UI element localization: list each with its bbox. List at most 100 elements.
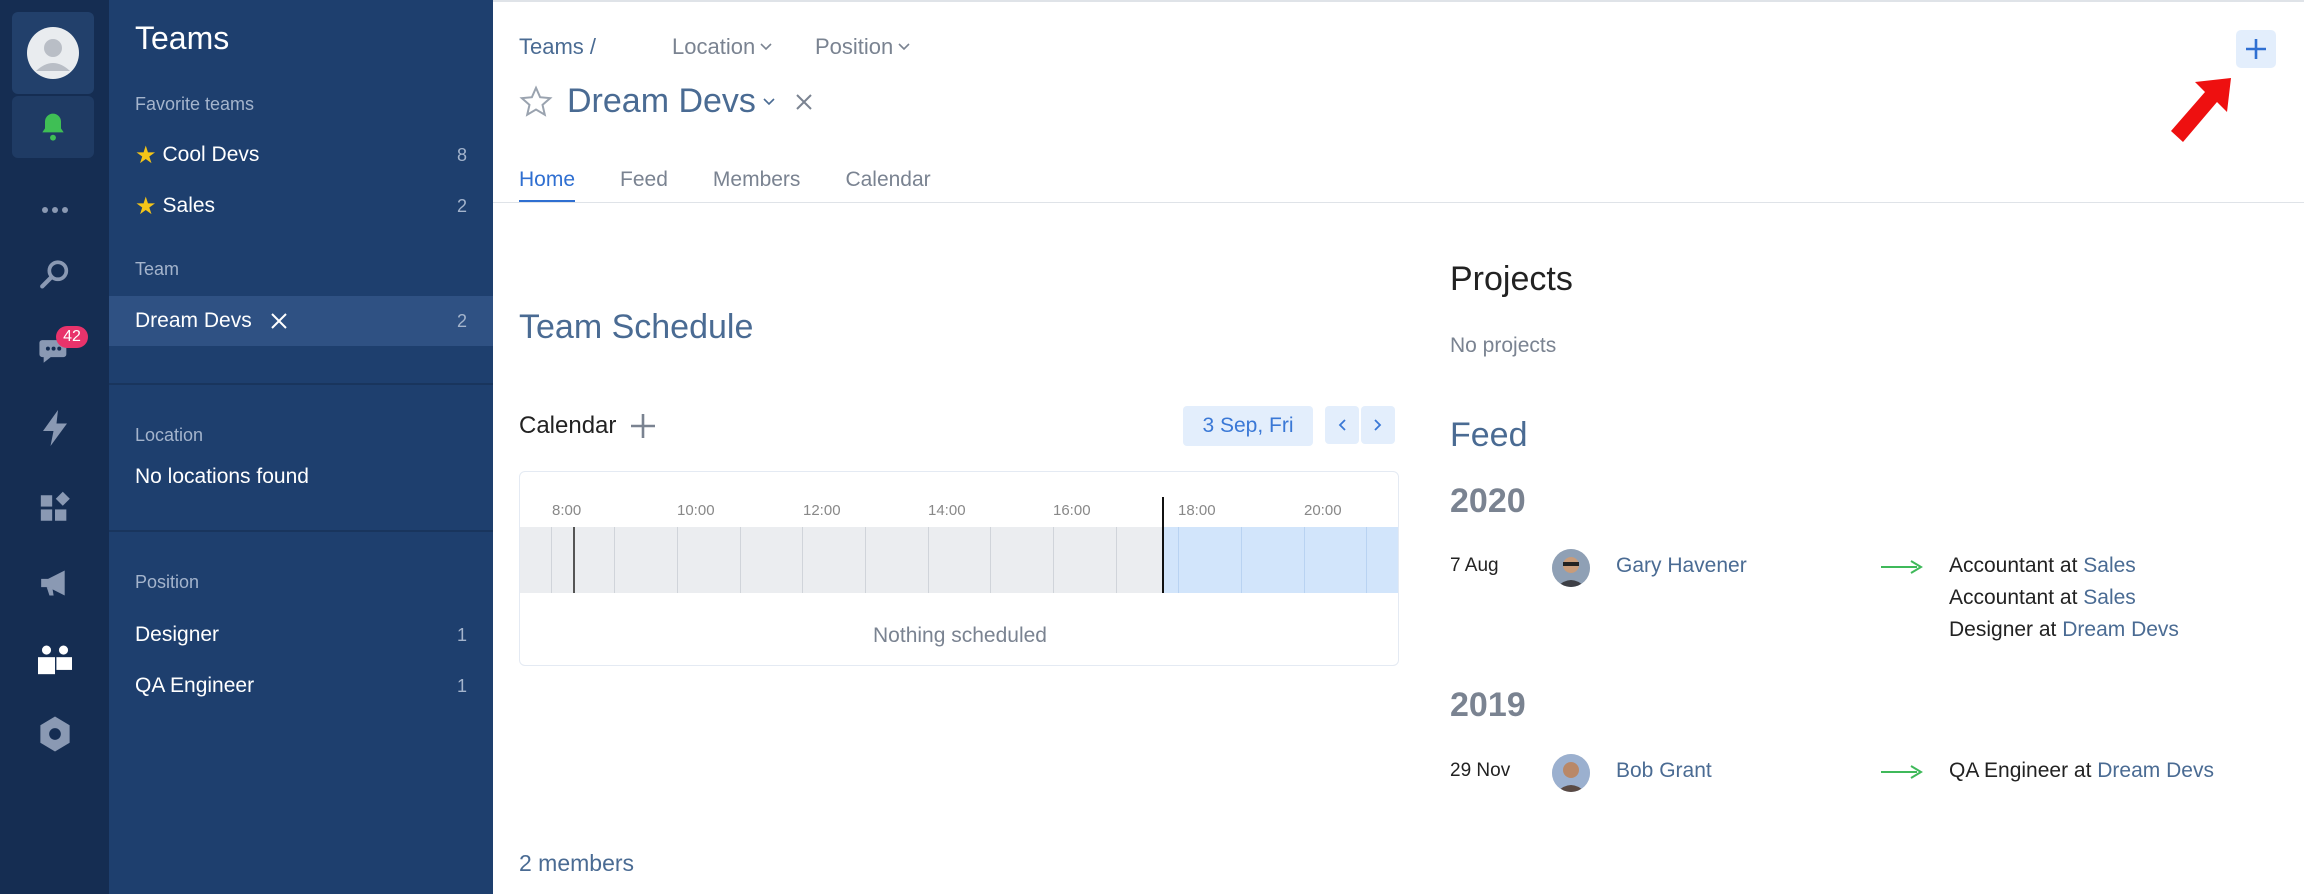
sidebar-item-cool-devs[interactable]: ★ Cool Devs 8	[109, 131, 493, 179]
time-tick: 8:00	[552, 502, 582, 519]
breadcrumb[interactable]: Teams /	[519, 34, 596, 60]
star-icon: ★	[135, 192, 157, 220]
tab-calendar[interactable]: Calendar	[845, 168, 930, 203]
tab-home[interactable]: Home	[519, 168, 576, 203]
sidebar-item-count: 1	[456, 675, 467, 696]
more-button[interactable]	[0, 195, 109, 225]
person-photo	[1552, 754, 1590, 792]
favorite-star-icon[interactable]	[519, 84, 553, 119]
activity-button[interactable]	[0, 408, 109, 448]
page-title[interactable]: Dream Devs	[567, 82, 756, 121]
feed-person-name[interactable]: Bob Grant	[1616, 759, 1712, 783]
chevron-right-icon	[1374, 419, 1382, 431]
avatar[interactable]	[1552, 754, 1590, 792]
announcements-button[interactable]	[0, 563, 109, 603]
future-time-band	[1163, 527, 1398, 593]
feed-year: 2020	[1450, 482, 1526, 520]
date-picker-button[interactable]: 3 Sep, Fri	[1183, 406, 1313, 446]
close-icon[interactable]	[270, 312, 288, 330]
prev-day-button[interactable]	[1325, 406, 1359, 444]
calendar-label: Calendar	[519, 412, 617, 439]
avatar	[27, 27, 79, 79]
feed-date: 7 Aug	[1450, 555, 1499, 576]
teams-icon	[37, 645, 72, 675]
feed-person-name[interactable]: Gary Havener	[1616, 554, 1747, 578]
teams-sidebar: Teams Favorite teams ★ Cool Devs 8 ★ Sal…	[109, 0, 493, 894]
start-marker	[573, 527, 575, 593]
messages-button[interactable]	[0, 330, 109, 370]
position-filter-dropdown[interactable]: Position	[815, 34, 911, 60]
tab-members[interactable]: Members	[713, 168, 801, 203]
sidebar-item-label: Designer	[135, 623, 220, 646]
next-day-button[interactable]	[1361, 406, 1395, 444]
sidebar-title: Teams	[135, 20, 230, 56]
star-icon: ★	[135, 141, 157, 169]
plus-icon	[2246, 39, 2266, 59]
bell-icon	[42, 113, 64, 141]
search-button[interactable]	[0, 255, 109, 295]
settings-button[interactable]	[0, 714, 109, 754]
location-empty-text: No locations found	[135, 465, 309, 488]
favorites-section-label: Favorite teams	[135, 94, 255, 114]
lightning-icon	[42, 410, 67, 446]
add-button[interactable]	[2236, 30, 2276, 68]
past-time-band	[520, 527, 1163, 593]
arrow-right-icon	[1881, 560, 1923, 574]
time-tick: 18:00	[1178, 502, 1216, 519]
chevron-left-icon	[1338, 419, 1346, 431]
sidebar-item-count: 2	[456, 195, 467, 216]
team-section-label: Team	[135, 259, 180, 279]
sidebar-item-qa-engineer[interactable]: QA Engineer 1	[109, 662, 493, 710]
add-event-icon[interactable]	[630, 413, 656, 439]
time-tick: 16:00	[1053, 502, 1091, 519]
team-link[interactable]: Sales	[2083, 586, 2136, 609]
team-link[interactable]: Dream Devs	[2062, 618, 2179, 641]
feed-title[interactable]: Feed	[1450, 416, 1528, 455]
tab-divider	[493, 202, 2304, 203]
time-tick: 10:00	[677, 502, 715, 519]
sidebar-divider	[109, 383, 493, 385]
notifications-button[interactable]	[12, 96, 94, 158]
sidebar-item-designer[interactable]: Designer 1	[109, 611, 493, 659]
position-section-label: Position	[135, 572, 200, 592]
current-time-marker	[1162, 497, 1164, 593]
team-link[interactable]: Sales	[2083, 554, 2136, 577]
sidebar-item-count: 2	[456, 310, 467, 331]
team-link[interactable]: Dream Devs	[2097, 759, 2214, 782]
location-filter-dropdown[interactable]: Location	[672, 34, 773, 60]
sidebar-item-label: QA Engineer	[135, 674, 255, 697]
sidebar-item-label: Sales	[162, 194, 216, 217]
calendar-header: Calendar	[519, 412, 656, 440]
feed-change-line: QA Engineer at Dream Devs	[1949, 759, 2214, 782]
tab-feed[interactable]: Feed	[620, 168, 668, 203]
avatar[interactable]	[1552, 549, 1590, 587]
time-tick: 12:00	[803, 502, 841, 519]
close-icon[interactable]	[794, 92, 814, 112]
red-arrow-annotation	[2171, 78, 2231, 142]
sidebar-divider	[109, 530, 493, 532]
feed-change-line: Accountant at Sales	[1949, 586, 2136, 609]
feed-change-line: Designer at Dream Devs	[1949, 618, 2179, 641]
main-content: Teams / Location Position Dream Devs Hom…	[493, 0, 2304, 894]
teams-button[interactable]	[0, 640, 109, 680]
sidebar-item-label: Cool Devs	[162, 143, 260, 166]
tab-bar: Home Feed Members Calendar	[519, 168, 931, 203]
sidebar-item-sales[interactable]: ★ Sales 2	[109, 182, 493, 230]
schedule-timeline[interactable]: 8:00 10:00 12:00 14:00 16:00 18:00 20:00…	[519, 471, 1399, 666]
feed-change-line: Accountant at Sales	[1949, 554, 2136, 577]
sidebar-item-label: Dream Devs	[135, 309, 252, 332]
widgets-icon	[40, 491, 70, 521]
projects-empty-text: No projects	[1450, 334, 1557, 357]
location-filter-label: Location	[672, 34, 756, 59]
members-link[interactable]: 2 members	[519, 850, 634, 877]
megaphone-icon	[40, 570, 65, 596]
sidebar-item-count: 8	[456, 144, 467, 165]
position-filter-label: Position	[815, 34, 894, 59]
sidebar-item-dream-devs[interactable]: Dream Devs 2	[109, 296, 493, 346]
apps-button[interactable]	[0, 488, 109, 528]
avatar-button[interactable]	[12, 12, 94, 94]
time-tick: 20:00	[1304, 502, 1342, 519]
empty-schedule-text: Nothing scheduled	[873, 624, 1047, 647]
app-rail: 42	[0, 0, 109, 894]
chevron-down-icon[interactable]	[762, 97, 776, 107]
